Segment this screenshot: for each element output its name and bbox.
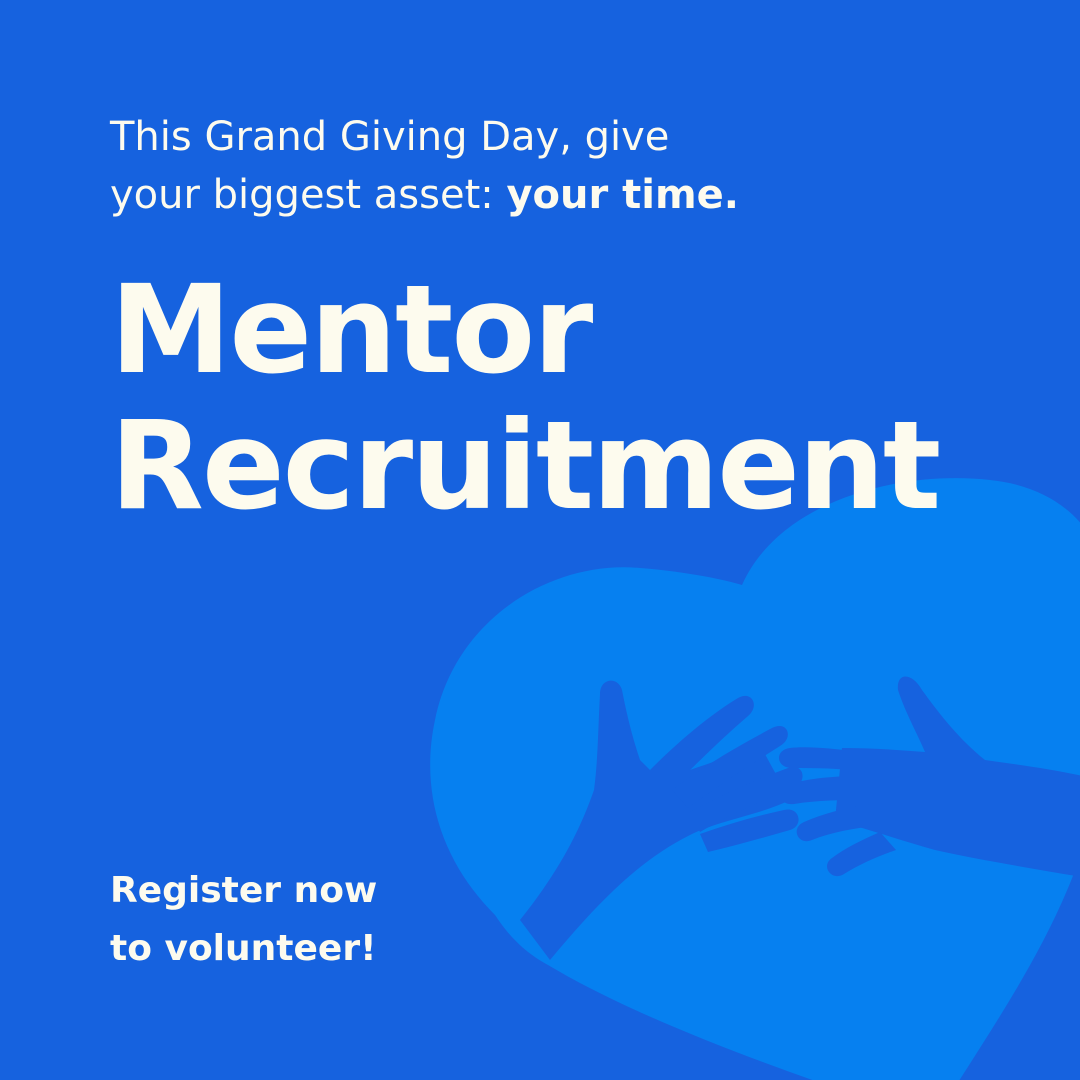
headline: Mentor Recruitment — [110, 262, 1050, 534]
call-to-action: Register now to volunteer! — [110, 862, 470, 978]
intro-line-2-regular: your biggest asset: — [110, 172, 507, 218]
intro-line-2-bold: your time. — [506, 172, 739, 218]
intro-line-1: This Grand Giving Day, give — [110, 114, 670, 160]
cta-line-1: Register now — [110, 870, 378, 911]
cta-line-2: to volunteer! — [110, 928, 377, 969]
intro-text: This Grand Giving Day, give your biggest… — [110, 108, 910, 224]
poster: This Grand Giving Day, give your biggest… — [0, 0, 1080, 1080]
intro-line-2: your biggest asset: your time. — [110, 166, 910, 224]
headline-line-1: Mentor — [110, 259, 593, 401]
headline-line-2: Recruitment — [110, 395, 941, 537]
